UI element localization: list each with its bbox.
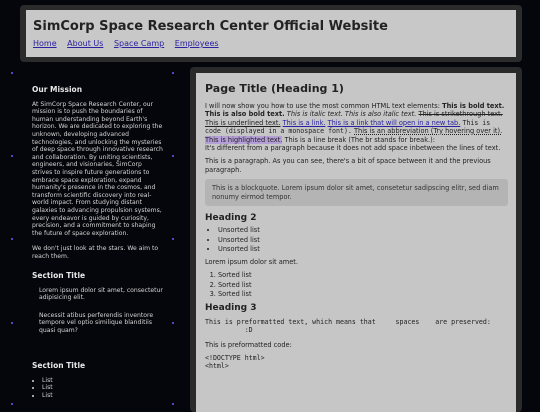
strikethrough-text: This is strikethrough text. <box>418 110 503 119</box>
list-item: Unsorted list <box>218 236 508 244</box>
mission-tagline: We don't just look at the stars. We aim … <box>32 245 159 260</box>
main-content: Page Title (Heading 1) I will now show y… <box>196 73 516 412</box>
list-item: List <box>42 392 164 400</box>
after-break-text: It's different from a paragraph because … <box>205 144 501 153</box>
list-item: List <box>42 384 164 392</box>
star-decoration <box>11 155 13 157</box>
star-decoration <box>172 72 174 74</box>
list-item: Unsorted list <box>218 226 508 234</box>
list-item: Sorted list <box>218 290 508 298</box>
star-decoration <box>11 322 13 324</box>
main-panel: Page Title (Heading 1) I will now show y… <box>190 67 522 412</box>
sidebar-section-2: Section Title Lorem ipsum dolor sit amet… <box>32 272 164 345</box>
heading-2: Heading 2 <box>205 213 257 224</box>
strong-text: This is also bold text. <box>205 110 285 119</box>
text-elements-paragraph: I will now show you how to use the most … <box>205 102 508 152</box>
sample-link[interactable]: This is a link. <box>283 119 326 127</box>
line-break-text: This is a line break (The br stands for … <box>284 135 435 144</box>
emphasis-text: This is also italic text. <box>344 110 417 119</box>
preformatted-text: This is preformatted text, which means t… <box>205 317 491 335</box>
sorted-list: Sorted list Sorted list Sorted list <box>205 271 508 298</box>
highlighted-text: This is highlighted text. <box>205 135 283 144</box>
main-nav: Home About Us Space Camp Employees <box>33 39 508 48</box>
star-decoration <box>11 72 13 74</box>
underlined-text: This is underlined text. <box>205 118 281 127</box>
lorem-text: Lorem ipsum dolor sit amet. <box>205 257 298 266</box>
nav-link-home[interactable]: Home <box>33 39 57 48</box>
section-quote: Lorem ipsum dolor sit amet, consectetur … <box>39 286 163 302</box>
preformatted-code: <!DOCTYPE html> <html> <box>205 353 265 371</box>
site-title: SimCorp Space Research Center Official W… <box>33 19 388 34</box>
sidebar-list: List List List <box>32 377 164 400</box>
list-item: List <box>42 377 164 385</box>
list-item: Sorted list <box>218 271 508 279</box>
star-decoration <box>172 238 174 240</box>
site-header: SimCorp Space Research Center Official W… <box>20 5 522 62</box>
star-decoration <box>172 155 174 157</box>
page-title: Page Title (Heading 1) <box>205 82 344 95</box>
section-heading: Section Title <box>32 271 86 280</box>
sidebar-section-3: Section Title List List List <box>32 362 164 399</box>
header-inner: SimCorp Space Research Center Official W… <box>26 10 516 57</box>
mission-paragraph: At SimCorp Space Research Center, our mi… <box>32 100 163 237</box>
bold-text: This is bold text. <box>442 102 505 110</box>
sample-link-new-tab[interactable]: This is a link that will open in a new t… <box>328 119 461 127</box>
nav-link-space-camp[interactable]: Space Camp <box>114 39 164 48</box>
mission-heading: Our Mission <box>32 85 83 94</box>
unsorted-list: Unsorted list Unsorted list Unsorted lis… <box>205 226 508 253</box>
blockquote: This is a blockquote. Lorem ipsum dolor … <box>205 179 508 207</box>
list-item: Sorted list <box>218 281 508 289</box>
section-quote: Necessit atibus perferendis inventore te… <box>39 311 154 334</box>
list-item: Unsorted list <box>218 245 508 253</box>
nav-link-about-us[interactable]: About Us <box>67 39 103 48</box>
star-decoration <box>172 322 174 324</box>
heading-3: Heading 3 <box>205 303 257 314</box>
sidebar: Our Mission At SimCorp Space Research Ce… <box>32 85 164 399</box>
intro-text: I will now show you how to use the most … <box>205 102 440 110</box>
nav-link-employees[interactable]: Employees <box>175 39 219 48</box>
paragraph-text: This is a paragraph. As you can see, the… <box>205 157 491 174</box>
abbreviation-text[interactable]: This is an abbreviation (Try hovering ov… <box>354 127 502 135</box>
section-heading: Section Title <box>32 361 86 370</box>
preformatted-code-label: This is preformatted code: <box>205 340 292 349</box>
italic-text: This is italic text. <box>286 110 343 119</box>
star-decoration <box>11 238 13 240</box>
